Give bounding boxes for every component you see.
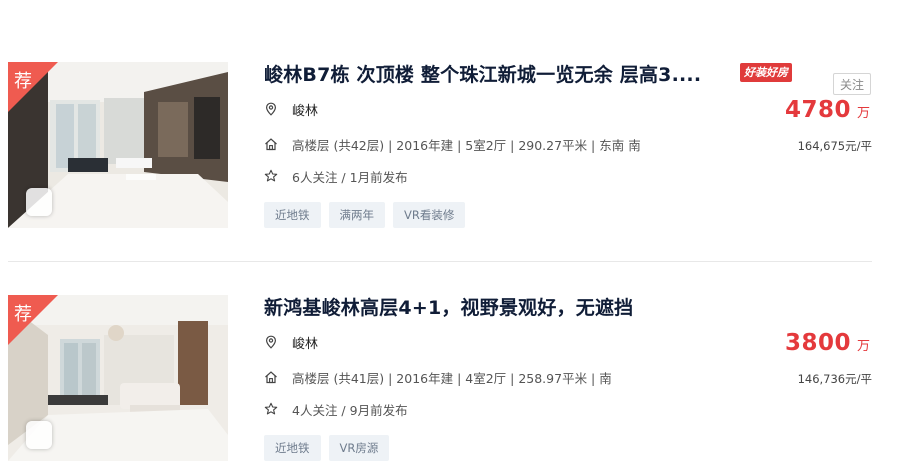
follow-info-text: 6人关注 / 1月前发布 <box>292 169 408 185</box>
tag-item: VR房源 <box>328 435 390 461</box>
house-icon <box>265 138 277 151</box>
house-info-row: 高楼层 (共42层) | 2016年建 | 5室2厅 | 290.27平米 | … <box>264 135 641 153</box>
location-icon <box>265 102 277 116</box>
house-info-row: 高楼层 (共41层) | 2016年建 | 4室2厅 | 258.97平米 | … <box>264 368 612 386</box>
star-icon <box>264 169 278 182</box>
unit-price: 146,736元/平 <box>797 372 872 386</box>
listing-card[interactable]: 荐 新鸿基峻林高层4+1，视野景观好，无遮挡 峻林 高楼层 (共41层) | 2… <box>0 271 900 471</box>
unit-price: 164,675元/平 <box>797 139 872 153</box>
house-icon <box>265 371 277 384</box>
location-row: 峻林 <box>264 100 318 119</box>
location-row: 峻林 <box>264 333 318 352</box>
follow-info-row: 4人关注 / 9月前发布 <box>264 400 408 418</box>
follow-button[interactable]: 关注 <box>833 73 871 95</box>
recommend-badge-label: 荐 <box>14 304 32 325</box>
location-icon <box>265 335 277 349</box>
location-link[interactable]: 峻林 <box>292 333 318 352</box>
vr-view-icon[interactable] <box>26 421 52 449</box>
listing-title[interactable]: 新鸿基峻林高层4+1，视野景观好，无遮挡 <box>264 293 633 320</box>
tag-item: VR看装修 <box>393 202 466 228</box>
recommend-badge: 荐 <box>8 295 58 345</box>
follow-info-row: 6人关注 / 1月前发布 <box>264 167 408 185</box>
tag-list: 近地铁 VR房源 <box>264 435 390 461</box>
listing-photo[interactable]: 荐 <box>8 62 228 228</box>
house-info-text: 高楼层 (共42层) | 2016年建 | 5室2厅 | 290.27平米 | … <box>292 137 641 153</box>
tag-item: 近地铁 <box>264 435 321 461</box>
location-link[interactable]: 峻林 <box>292 100 318 119</box>
follow-info-text: 4人关注 / 9月前发布 <box>292 402 408 418</box>
total-price-unit: 万 <box>856 339 870 354</box>
total-price: 3800 万 <box>785 330 870 356</box>
hot-house-badge: 好装好房 <box>740 63 792 82</box>
listing-divider <box>8 261 872 262</box>
recommend-badge-label: 荐 <box>14 71 32 92</box>
house-info-text: 高楼层 (共41层) | 2016年建 | 4室2厅 | 258.97平米 | … <box>292 370 612 386</box>
listing-title[interactable]: 峻林B7栋 次顶楼 整个珠江新城一览无余 层高3.... <box>264 60 701 87</box>
recommend-badge: 荐 <box>8 62 58 112</box>
tag-list: 近地铁 满两年 VR看装修 <box>264 202 466 228</box>
star-icon <box>264 402 278 415</box>
tag-item: 近地铁 <box>264 202 321 228</box>
listing-photo[interactable]: 荐 <box>8 295 228 461</box>
total-price-unit: 万 <box>856 106 870 121</box>
total-price-value: 4780 <box>784 97 851 123</box>
tag-item: 满两年 <box>328 202 385 228</box>
total-price-value: 3800 <box>784 330 851 356</box>
vr-view-icon[interactable] <box>26 188 52 216</box>
total-price: 4780 万 <box>785 97 870 123</box>
listing-card[interactable]: 荐 峻林B7栋 次顶楼 整个珠江新城一览无余 层高3.... 好装好房 关注 峻… <box>0 38 900 238</box>
